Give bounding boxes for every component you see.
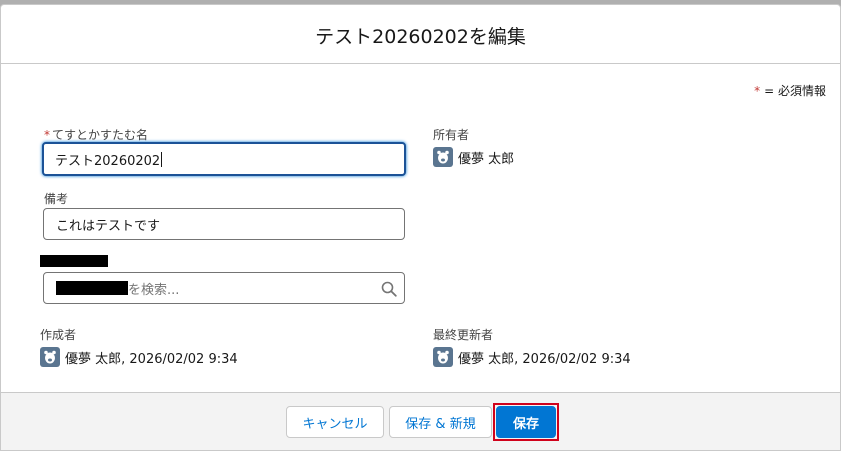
modal-title: テスト20260202を編集 <box>315 25 526 48</box>
lookup-placeholder-text: を検索... <box>128 282 180 298</box>
cancel-button[interactable]: キャンセル <box>286 406 384 438</box>
redacted-lookup-label <box>40 255 108 267</box>
lookup-search-input[interactable]: を検索... <box>43 272 405 304</box>
text-caret <box>161 151 163 167</box>
owner-value: 優夢 太郎 <box>433 147 514 167</box>
redacted-lookup-object <box>56 281 128 295</box>
save-button[interactable]: 保存 <box>496 406 556 438</box>
user-avatar-icon <box>433 147 453 167</box>
created-by-label: 作成者 <box>40 328 77 342</box>
name-required-marker: * <box>44 128 50 142</box>
created-by-text[interactable]: 優夢 太郎, 2026/02/02 9:34 <box>65 348 238 367</box>
modal-header: テスト20260202を編集 <box>1 5 840 64</box>
name-input-value: テスト20260202 <box>55 153 161 169</box>
note-field-label: 備考 <box>44 192 69 206</box>
save-and-new-button[interactable]: 保存 & 新規 <box>389 406 492 438</box>
note-input-value: これはテストです <box>56 218 161 234</box>
name-label-text: てすとかすたむ名 <box>52 128 149 142</box>
note-input[interactable]: これはテストです <box>43 208 405 240</box>
modal-footer: キャンセル 保存 & 新規 保存 <box>1 392 840 450</box>
user-avatar-icon <box>40 347 60 367</box>
name-input[interactable]: テスト20260202 <box>42 142 406 176</box>
last-modified-by-value: 優夢 太郎, 2026/02/02 9:34 <box>433 347 631 367</box>
required-marker: * <box>754 84 761 98</box>
last-modified-by-text[interactable]: 優夢 太郎, 2026/02/02 9:34 <box>458 348 631 367</box>
owner-link[interactable]: 優夢 太郎 <box>458 148 514 167</box>
modal-body: * = 必須情報 * てすとかすたむ名 テスト20260202 備考 これはテストで… <box>1 64 840 392</box>
last-modified-by-label: 最終更新者 <box>433 328 494 342</box>
name-field-label: * てすとかすたむ名 <box>44 126 148 143</box>
required-legend-text: = 必須情報 <box>764 84 826 98</box>
owner-field-label: 所有者 <box>433 128 470 142</box>
search-icon[interactable] <box>381 281 397 297</box>
required-legend: * = 必須情報 <box>754 82 826 99</box>
edit-record-modal: テスト20260202を編集 * = 必須情報 * てすとかすたむ名 テスト2026… <box>0 4 841 451</box>
user-avatar-icon <box>433 347 453 367</box>
created-by-value: 優夢 太郎, 2026/02/02 9:34 <box>40 347 238 367</box>
